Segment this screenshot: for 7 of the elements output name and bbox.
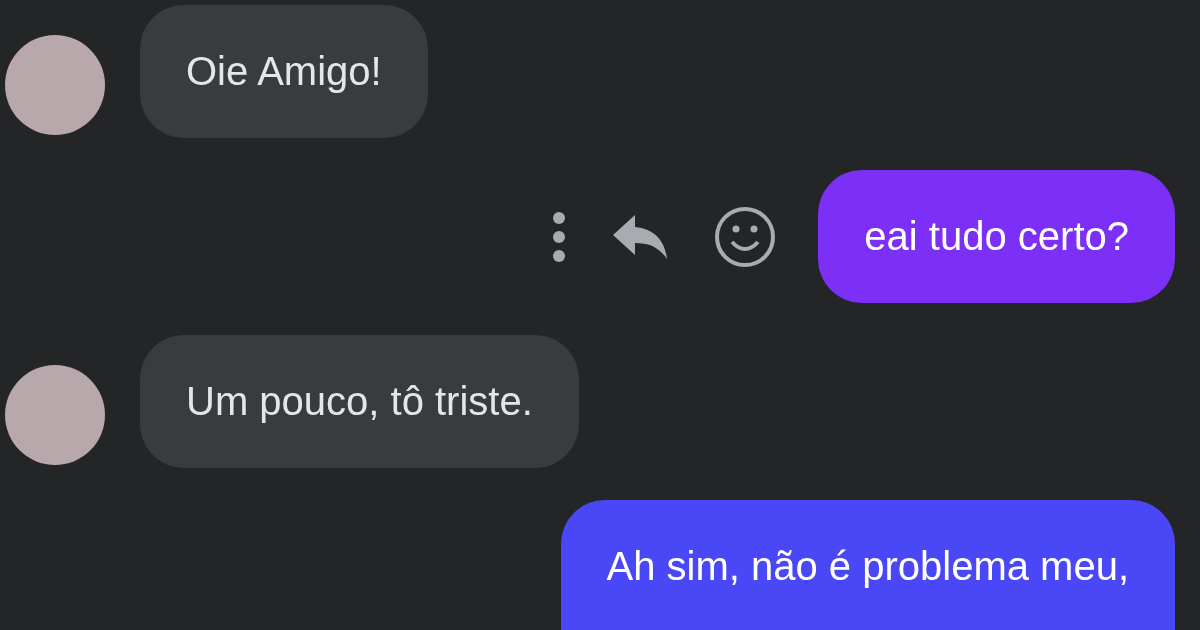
message-bubble: eai tudo certo?: [818, 170, 1175, 303]
message-bubble: Oie Amigo!: [140, 5, 428, 138]
more-options-icon[interactable]: [552, 210, 567, 263]
reply-icon[interactable]: [611, 212, 670, 261]
message-bubble: Ah sim, não é problema meu,: [560, 500, 1175, 630]
message-bubble: Um pouco, tô triste.: [140, 335, 579, 468]
smiley-icon[interactable]: [714, 205, 777, 268]
